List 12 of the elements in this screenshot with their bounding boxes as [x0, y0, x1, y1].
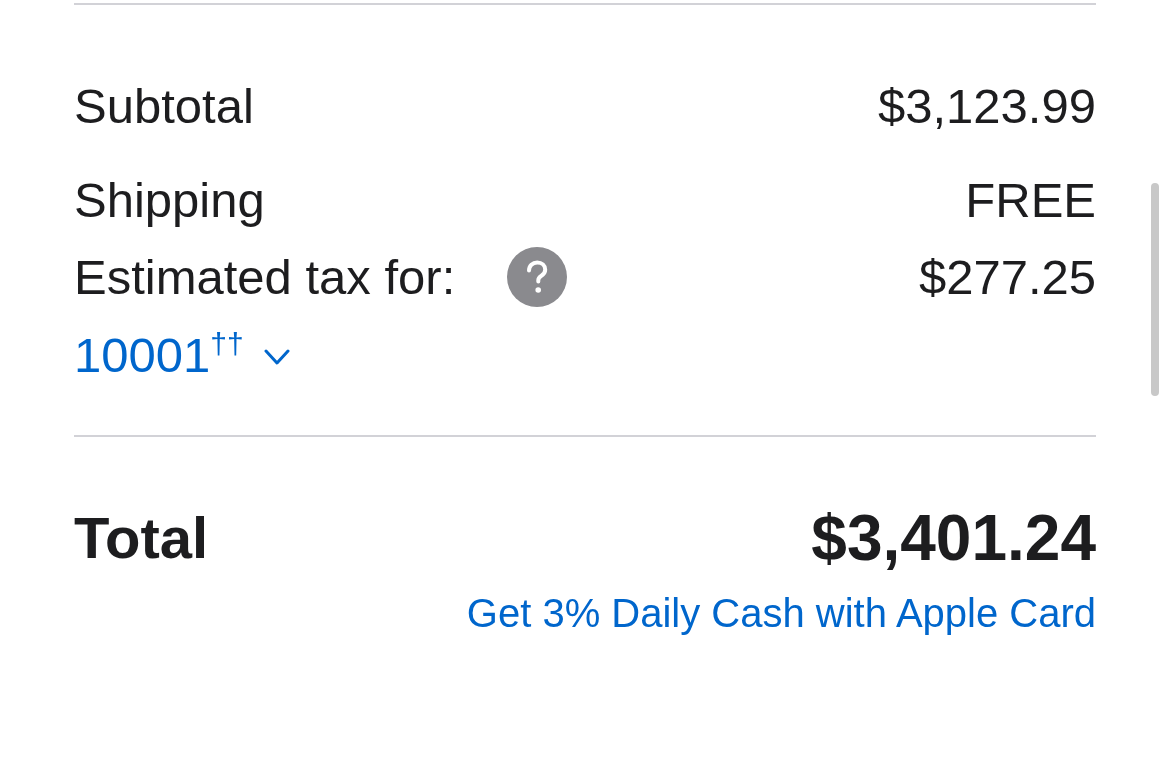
line-label: Shipping [74, 172, 265, 229]
line-label: Subtotal [74, 78, 254, 135]
line-value: FREE [965, 172, 1096, 229]
line-value: $3,123.99 [878, 78, 1096, 135]
total-value: $3,401.24 [811, 503, 1096, 573]
line-label: Estimated tax for: [74, 249, 456, 306]
total-label: Total [74, 504, 209, 572]
help-icon[interactable] [507, 247, 568, 307]
chevron-down-icon [263, 349, 290, 365]
zip-code-link[interactable]: 10001$^{††}$ [74, 325, 290, 385]
apple-card-link[interactable]: Get 3% Daily Cash with Apple Card [466, 589, 1096, 637]
line-value: $277.25 [918, 249, 1096, 306]
